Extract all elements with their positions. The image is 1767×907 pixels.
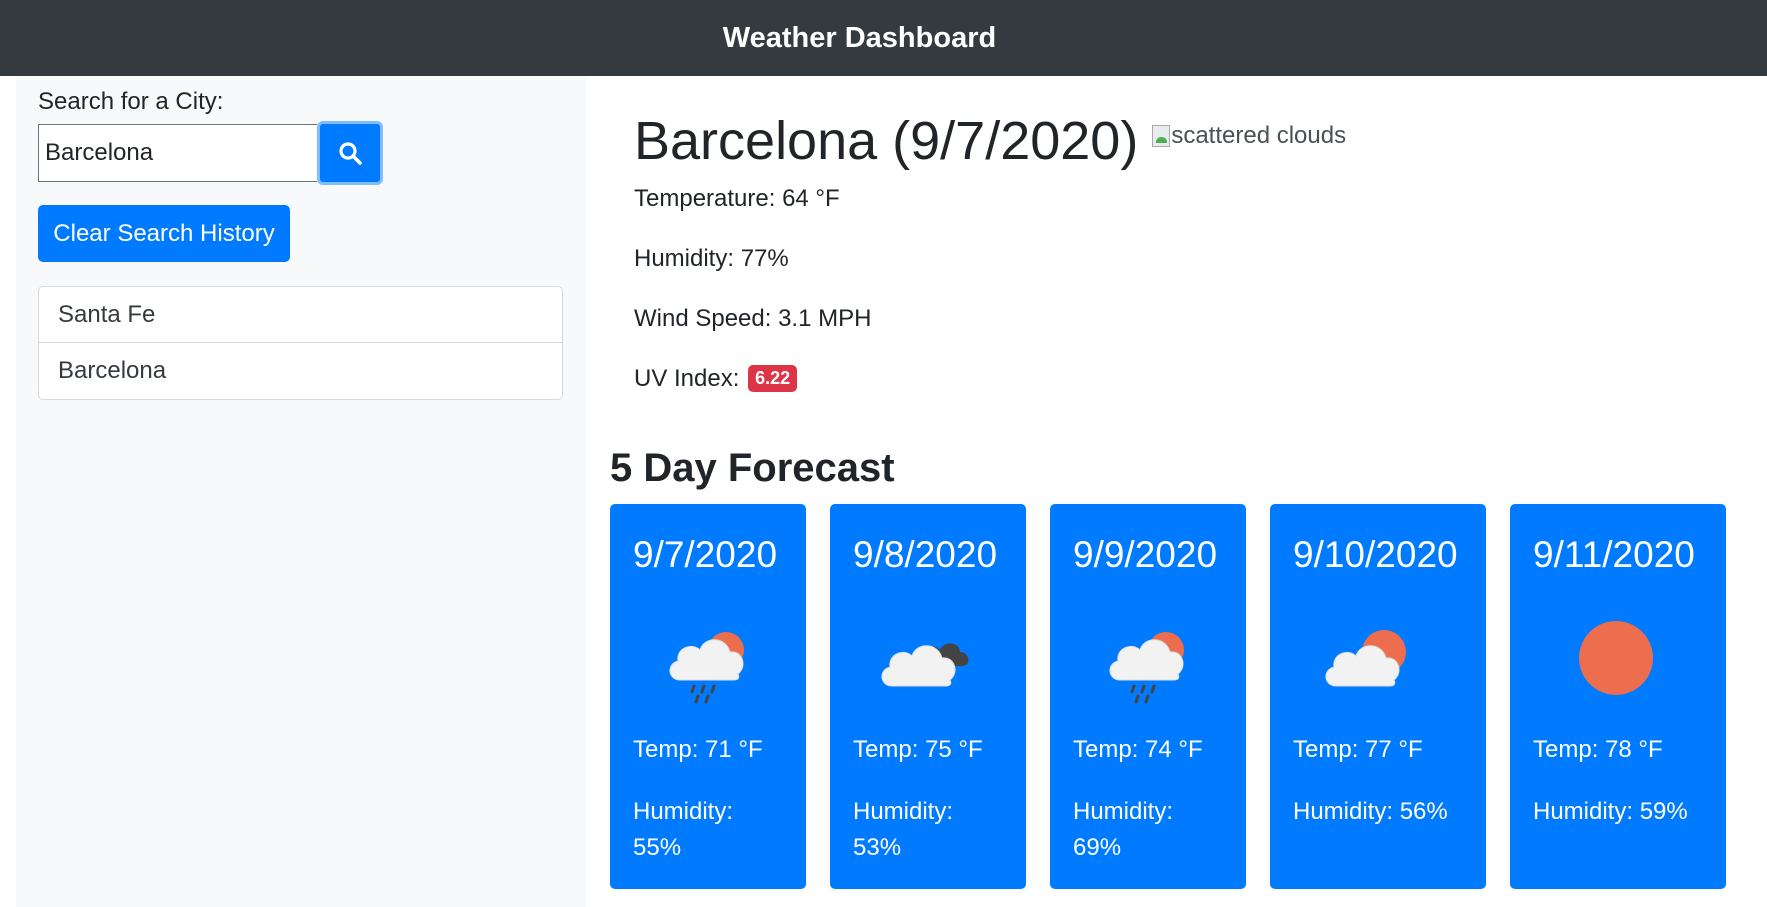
forecast-humidity: Humidity: 59% bbox=[1533, 798, 1688, 825]
current-uv-index: UV Index: 6.22 bbox=[634, 365, 798, 393]
forecast-date: 9/7/2020 bbox=[633, 534, 778, 575]
weather-image-alt: scattered clouds bbox=[1171, 122, 1347, 149]
forecast-humidity: Humidity: 56% bbox=[1293, 798, 1448, 825]
partly-cloudy-icon bbox=[1325, 630, 1406, 687]
forecast-date: 9/8/2020 bbox=[853, 534, 998, 575]
forecast-temp: Temp: 75 °F bbox=[853, 736, 983, 763]
search-button[interactable] bbox=[317, 121, 383, 185]
forecast-card: 9/9/2020 Temp: 74 °F Humidity: 69% bbox=[1050, 504, 1246, 889]
search-history-list: Santa Fe Barcelona bbox=[38, 286, 563, 400]
history-item[interactable]: Barcelona bbox=[38, 343, 563, 400]
forecast-title: 5 Day Forecast bbox=[610, 446, 895, 490]
forecast-date: 9/10/2020 bbox=[1293, 534, 1458, 575]
current-humidity: Humidity: 77% bbox=[634, 245, 789, 272]
forecast-card: 9/10/2020 Temp: 77 °F Humidity: 56% bbox=[1270, 504, 1486, 889]
forecast-date: 9/11/2020 bbox=[1533, 534, 1695, 575]
forecast-card: 9/7/2020 Temp: 71 °F Humidity: 55% bbox=[610, 504, 806, 889]
current-weather-header: Barcelona (9/7/2020) scattered clouds bbox=[634, 110, 1346, 172]
current-weather-image: scattered clouds bbox=[1152, 122, 1346, 150]
forecast-temp: Temp: 74 °F bbox=[1073, 736, 1203, 763]
current-temperature: Temperature: 64 °F bbox=[634, 185, 840, 212]
forecast-date: 9/9/2020 bbox=[1073, 534, 1218, 575]
forecast-temp: Temp: 71 °F bbox=[633, 736, 763, 763]
forecast-humidity: Humidity: 53% bbox=[853, 798, 954, 861]
search-label: Search for a City: bbox=[38, 88, 224, 115]
forecast-card: 9/8/2020 Temp: 75 °F Humidity: 53% bbox=[830, 504, 1026, 889]
forecast-humidity: Humidity: 55% bbox=[633, 798, 734, 861]
uv-badge: 6.22 bbox=[748, 365, 798, 392]
forecast-card: 9/11/2020 Temp: 78 °F Humidity: 59% bbox=[1510, 504, 1726, 889]
main-content: Barcelona (9/7/2020) scattered clouds Te… bbox=[586, 76, 1767, 907]
current-wind-speed: Wind Speed: 3.1 MPH bbox=[634, 305, 872, 332]
clear-history-button[interactable]: Clear Search History bbox=[38, 205, 290, 262]
forecast-temp: Temp: 77 °F bbox=[1293, 736, 1423, 763]
uv-label: UV Index: bbox=[634, 365, 740, 392]
search-icon bbox=[339, 142, 362, 165]
history-item[interactable]: Santa Fe bbox=[38, 286, 563, 343]
rain-cloud-sun-icon bbox=[1109, 632, 1184, 704]
app-title: Weather Dashboard bbox=[722, 21, 997, 54]
city-search-input[interactable] bbox=[38, 124, 317, 182]
header-bar: Weather Dashboard bbox=[0, 0, 1767, 76]
rain-cloud-sun-icon bbox=[669, 632, 744, 704]
forecast-humidity: Humidity: 69% bbox=[1073, 798, 1174, 861]
sidebar: Search for a City: Clear Search History … bbox=[16, 76, 586, 907]
sun-icon bbox=[1579, 621, 1653, 695]
broken-image-icon bbox=[1152, 125, 1171, 147]
forecast-temp: Temp: 78 °F bbox=[1533, 736, 1663, 763]
broken-clouds-icon bbox=[881, 643, 969, 687]
city-date-title: Barcelona (9/7/2020) bbox=[634, 111, 1139, 171]
